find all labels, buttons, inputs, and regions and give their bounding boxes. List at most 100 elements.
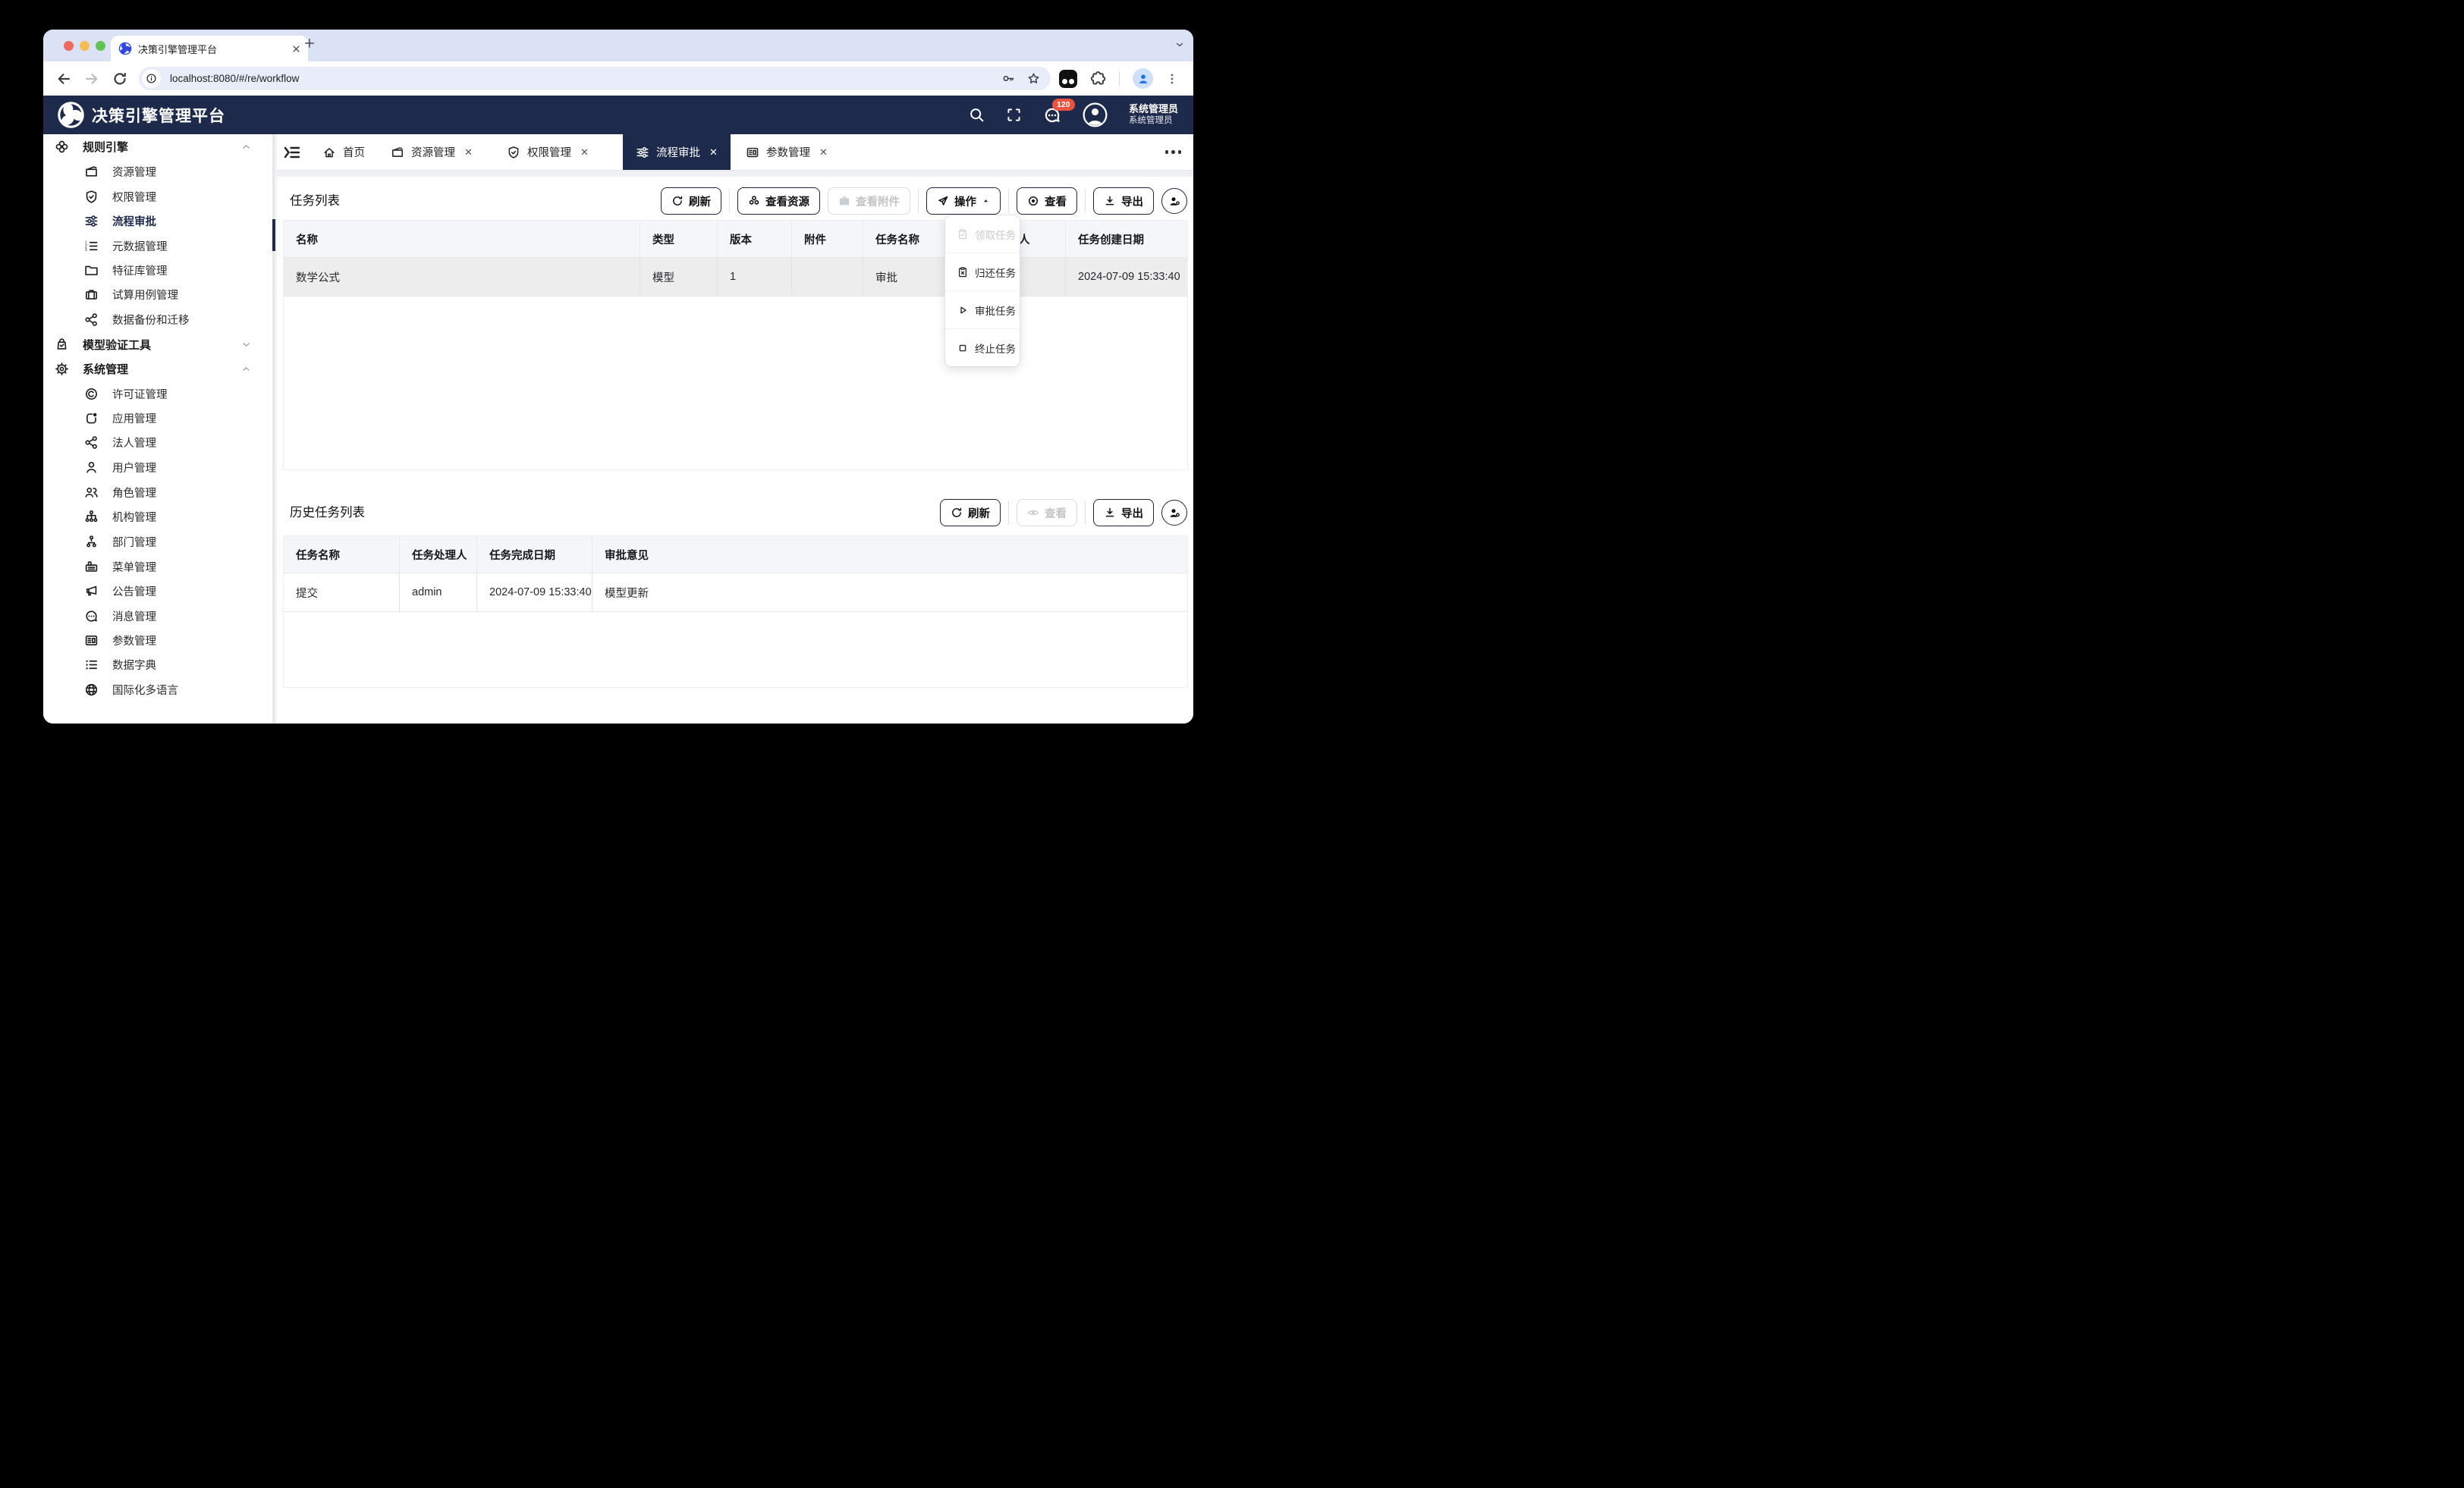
history-export-button[interactable]: 导出 [1093,499,1154,526]
sidebar-item-user-mgmt[interactable]: 用户管理 [43,455,271,480]
sidebar-group-model-validation[interactable]: 模型验证工具 [43,332,271,357]
sidebar-item-org-mgmt[interactable]: 机构管理 [43,504,271,529]
stop-square-icon [957,342,969,354]
tab-close-icon[interactable]: ✕ [464,146,473,159]
fullscreen-icon[interactable] [1006,107,1022,123]
menu-card-icon [84,560,99,574]
sidebar-item-legal-entity-mgmt[interactable]: 法人管理 [43,430,271,455]
new-tab-icon[interactable] [304,38,315,49]
refresh-button[interactable]: 刷新 [661,187,721,215]
view-attachment-button[interactable]: 查看附件 [828,187,910,215]
history-table-header: 任务名称 任务处理人 任务完成日期 审批意见 [284,536,1187,573]
list-icon [84,658,99,672]
sidebar-item-license-mgmt[interactable]: 许可证管理 [43,381,271,407]
divider [1008,501,1009,525]
sidebar-item-department-mgmt[interactable]: 部门管理 [43,529,271,554]
sidebar-item-permission-mgmt[interactable]: 权限管理 [43,184,271,209]
address-bar[interactable]: localhost:8080/#/re/workflow [139,67,1051,90]
extensions-puzzle-icon[interactable] [1090,71,1106,86]
col-version[interactable]: 版本 [717,221,791,257]
tab-close-icon[interactable]: ✕ [819,146,828,159]
browser-tab[interactable]: 决策引擎管理平台 [111,36,308,61]
view-tab-resource-mgmt[interactable]: 资源管理 ✕ [391,134,473,170]
col-type[interactable]: 类型 [640,221,717,257]
view-tab-parameter-mgmt[interactable]: 参数管理 ✕ [746,134,828,170]
app-logo-icon [57,101,85,129]
reload-icon[interactable] [112,71,127,86]
col-approval-comment[interactable]: 审批意见 [592,536,1187,573]
sidebar-scrollbar-thumb[interactable] [272,219,275,251]
more-tabs-ellipsis-icon[interactable] [1165,150,1182,154]
sidebar-item-data-backup-migration[interactable]: 数据备份和迁移 [43,307,271,332]
view-button[interactable]: 查看 [1017,187,1077,215]
tab-search-chevron-icon[interactable] [1175,40,1184,49]
history-column-settings-button[interactable] [1161,500,1187,526]
sidebar-item-menu-mgmt[interactable]: 菜单管理 [43,554,271,579]
password-key-icon[interactable] [1002,72,1015,85]
sidebar-item-trial-case-mgmt[interactable]: 试算用例管理 [43,282,271,307]
menu-item-claim-task[interactable]: 领取任务 [945,215,1020,253]
export-button[interactable]: 导出 [1093,187,1154,215]
close-window-button[interactable] [64,41,74,51]
col-task-name[interactable]: 任务名称 [284,536,399,573]
view-tab-workflow-approval[interactable]: 流程审批 ✕ [623,134,731,170]
sidebar-item-feature-store-mgmt[interactable]: 特征库管理 [43,258,271,283]
chrome-toolbar: localhost:8080/#/re/workflow [43,61,1193,96]
col-task-created[interactable]: 任务创建日期 [1065,221,1187,257]
zoom-window-button[interactable] [96,41,105,51]
sidebar-item-data-dictionary[interactable]: 数据字典 [43,652,271,677]
extension-dark-icon[interactable] [1059,70,1077,88]
back-icon[interactable] [56,71,71,86]
site-info-icon[interactable] [142,69,161,88]
chrome-menu-kebab-icon[interactable] [1166,73,1178,85]
sidebar-item-metadata-mgmt[interactable]: 123 元数据管理 [43,234,271,259]
sidebar-item-workflow-approval[interactable]: 流程审批 [43,209,271,234]
chrome-profile-avatar[interactable] [1133,68,1153,89]
minimize-window-button[interactable] [80,41,90,51]
menu-item-approve-task[interactable]: 审批任务 [945,290,1020,328]
action-button[interactable]: 操作 [926,187,1001,215]
menu-item-return-task[interactable]: 归还任务 [945,253,1020,290]
user-gear-icon [1168,195,1181,208]
sidebar-item-application-mgmt[interactable]: 应用管理 [43,406,271,431]
view-resource-button[interactable]: 查看资源 [737,187,820,215]
search-icon[interactable] [969,107,985,123]
user-avatar[interactable] [1083,102,1108,127]
view-tab-permission-mgmt[interactable]: 权限管理 ✕ [507,134,589,170]
bookmark-star-icon[interactable] [1027,72,1040,85]
menu-item-terminate-task[interactable]: 终止任务 [945,328,1020,366]
sidebar-item-announcement-mgmt[interactable]: 公告管理 [43,579,271,604]
col-task-handler[interactable]: 任务处理人 [399,536,476,573]
task-table-row[interactable]: 数学公式 模型 1 审批 2024-07-09 15:33:40 [284,258,1187,297]
collapse-sidebar-icon[interactable] [283,143,301,162]
tab-close-icon[interactable]: ✕ [580,146,589,159]
sidebar-group-system-mgmt[interactable]: 系统管理 [43,356,271,381]
sidebar-item-role-mgmt[interactable]: 角色管理 [43,480,271,505]
messages-button[interactable]: 120 [1043,106,1061,124]
col-attachment[interactable]: 附件 [791,221,863,257]
forward-icon[interactable] [84,71,99,86]
history-refresh-button[interactable]: 刷新 [940,499,1001,526]
browser-tab-title: 决策引擎管理平台 [138,42,286,56]
sidebar-item-parameter-mgmt[interactable]: 参数管理 [43,628,271,653]
sidebar-group-rule-engine[interactable]: 规则引擎 [43,134,271,159]
tab-close-icon[interactable] [292,45,300,53]
sidebar-item-i18n[interactable]: 国际化多语言 [43,677,271,702]
user-name: 系统管理员 [1129,103,1178,115]
chrome-tab-strip: 决策引擎管理平台 [43,30,1193,61]
users-icon [84,485,99,500]
copyright-icon [84,387,99,401]
col-task-finished[interactable]: 任务完成日期 [476,536,592,573]
view-tab-home[interactable]: 首页 [322,134,365,170]
column-settings-button[interactable] [1161,188,1187,214]
sidebar-item-resource-mgmt[interactable]: 资源管理 [43,159,271,184]
tab-close-icon[interactable]: ✕ [709,146,718,159]
send-icon [937,195,949,207]
col-name[interactable]: 名称 [284,221,640,257]
sidebar-item-message-mgmt[interactable]: 消息管理 [43,604,271,629]
url-text[interactable]: localhost:8080/#/re/workflow [170,73,1002,84]
share-icon [84,435,99,450]
history-table-row[interactable]: 提交 admin 2024-07-09 15:33:40 模型更新 [284,573,1187,612]
content-divider-strip [277,171,1193,177]
history-view-button[interactable]: 查看 [1017,499,1077,526]
